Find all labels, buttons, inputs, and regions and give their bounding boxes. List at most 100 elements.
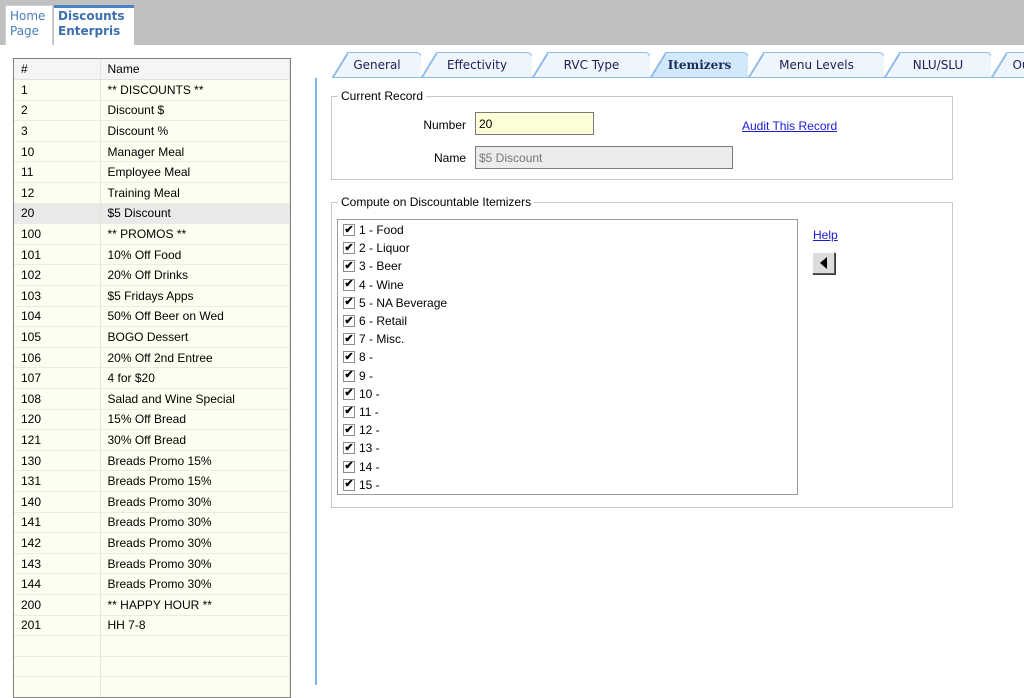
table-row[interactable]: 144 Breads Promo 30% [14,573,290,595]
tab-ou[interactable]: Ou [991,52,1024,78]
table-row[interactable] [14,635,290,657]
itemizer-item[interactable]: ✔ 12 - [338,421,797,439]
checkbox[interactable]: ✔ [343,278,355,291]
itemizer-item[interactable]: ✔ 3 - Beer [338,257,797,275]
table-row[interactable]: 20 $5 Discount [14,203,290,225]
detail-tabs: General Effectivity RVC Type Itemizers Menu … [316,52,1024,78]
itemizer-item[interactable]: ✔ 1 - Food [338,221,797,239]
itemizer-label: 13 - [359,441,380,456]
table-row[interactable]: 130 Breads Promo 15% [14,450,290,472]
checkbox[interactable]: ✔ [343,351,355,364]
name-field [475,146,733,169]
cell-number: 121 [14,429,101,451]
table-row[interactable]: 1 ** DISCOUNTS ** [14,79,290,101]
checkmark-icon: ✔ [344,296,354,309]
table-row[interactable]: 100 ** PROMOS ** [14,223,290,245]
cell-name [100,676,290,697]
table-row[interactable]: 120 15% Off Bread [14,409,290,431]
table-row[interactable]: 143 Breads Promo 30% [14,553,290,575]
cell-name: 20% Off 2nd Entree [100,347,290,369]
checkbox[interactable]: ✔ [343,478,355,491]
cell-name: $5 Discount [100,203,290,225]
table-row[interactable]: 142 Breads Promo 30% [14,532,290,554]
table-row[interactable] [14,676,290,697]
cell-number: 131 [14,470,101,492]
checkbox[interactable]: ✔ [343,260,355,273]
table-row[interactable]: 3 Discount % [14,120,290,142]
itemizer-item[interactable]: ✔ 10 - [338,385,797,403]
tab-rvc-type[interactable]: RVC Type [532,52,651,78]
table-row[interactable]: 101 10% Off Food [14,244,290,266]
checkbox[interactable]: ✔ [343,333,355,346]
table-row[interactable]: 104 50% Off Beer on Wed [14,306,290,328]
table-row[interactable]: 102 20% Off Drinks [14,264,290,287]
cell-name: Breads Promo 15% [100,450,290,472]
cell-name: 10% Off Food [100,244,290,266]
itemizer-item[interactable]: ✔ 2 - Liquor [338,239,797,257]
checkbox[interactable]: ✔ [343,224,355,237]
tab-menu-levels[interactable]: Menu Levels [748,52,885,78]
checkbox[interactable]: ✔ [343,460,355,473]
itemizer-item[interactable]: ✔ 13 - [338,439,797,457]
tab-general[interactable]: General [332,52,422,78]
table-row[interactable]: 141 Breads Promo 30% [14,512,290,534]
checkbox[interactable]: ✔ [343,423,355,437]
table-row[interactable]: 131 Breads Promo 15% [14,470,290,492]
table-row[interactable]: 140 Breads Promo 30% [14,491,290,513]
itemizer-item[interactable]: ✔ 7 - Misc. [338,330,797,348]
checkmark-icon: ✔ [344,423,354,436]
itemizer-item[interactable]: ✔ 15 - [338,476,797,494]
table-row[interactable]: 201 HH 7-8 [14,615,290,637]
cell-name: Breads Promo 30% [100,512,290,534]
checkbox[interactable]: ✔ [343,242,355,255]
record-table: # Name 1 ** DISCOUNTS ** 2 Discount $3 Disco… [14,59,290,697]
checkbox[interactable]: ✔ [343,369,355,382]
table-row[interactable]: 12 Training Meal [14,182,290,204]
cell-number: 100 [14,223,101,245]
itemizer-item[interactable]: ✔ 5 - NA Beverage [338,294,797,312]
table-row[interactable]: 105 BOGO Dessert [14,326,290,348]
itemizer-item[interactable]: ✔ 6 - Retail [338,312,797,330]
number-field[interactable] [475,112,594,135]
checkbox[interactable]: ✔ [343,442,355,455]
cell-name: 20% Off Drinks [100,264,290,287]
doc-tab-discounts-enterprise[interactable]: Discounts Enterpris [54,5,134,45]
itemizer-item[interactable]: ✔ 11 - [338,403,797,421]
table-row[interactable]: 10 Manager Meal [14,141,290,163]
table-row[interactable]: 200 ** HAPPY HOUR ** [14,594,290,616]
table-row[interactable]: 2 Discount $ [14,100,290,122]
tab-itemizers[interactable]: Itemizers [650,52,749,78]
table-row[interactable]: 107 4 for $20 [14,367,290,389]
itemizer-item[interactable]: ✔ 8 - [338,348,797,366]
itemizer-item[interactable]: ✔ 9 - [338,367,797,385]
itemizer-checklist[interactable]: ✔ 1 - Food ✔ 2 - Liquor ✔ 3 - Beer ✔ 4 - Wine ✔ 5… [337,219,798,495]
doc-tab-home-page[interactable]: Home Page [5,5,53,45]
table-row[interactable] [14,656,290,678]
checkmark-icon: ✔ [344,278,354,291]
audit-this-record-link[interactable]: Audit This Record [742,119,837,133]
table-row[interactable]: 11 Employee Meal [14,161,290,184]
cell-name: Discount $ [100,100,290,122]
column-header-number[interactable]: # [14,59,101,81]
table-row[interactable]: 106 20% Off 2nd Entree [14,347,290,369]
checkbox[interactable]: ✔ [343,405,355,418]
table-row[interactable]: 121 30% Off Bread [14,429,290,451]
table-row[interactable]: 103 $5 Fridays Apps [14,285,290,307]
itemizer-item[interactable]: ✔ 4 - Wine [338,276,797,294]
checkbox[interactable]: ✔ [343,315,355,328]
column-header-name[interactable]: Name [100,59,290,81]
collapse-button[interactable] [812,252,835,274]
tab-effectivity[interactable]: Effectivity [421,52,533,78]
tab-nlu-slu[interactable]: NLU/SLU [884,52,992,78]
record-list[interactable]: # Name 1 ** DISCOUNTS ** 2 Discount $3 Disco… [13,58,291,698]
checkbox[interactable]: ✔ [343,296,355,309]
cell-name: Manager Meal [100,141,290,163]
table-row[interactable]: 108 Salad and Wine Special [14,388,290,410]
help-link[interactable]: Help [813,228,838,242]
checkbox[interactable]: ✔ [343,387,355,400]
checkmark-icon: ✔ [344,460,354,473]
cell-number: 144 [14,573,101,595]
itemizer-label: 1 - Food [359,223,404,238]
checkmark-icon: ✔ [344,478,354,491]
itemizer-item[interactable]: ✔ 14 - [338,457,797,475]
